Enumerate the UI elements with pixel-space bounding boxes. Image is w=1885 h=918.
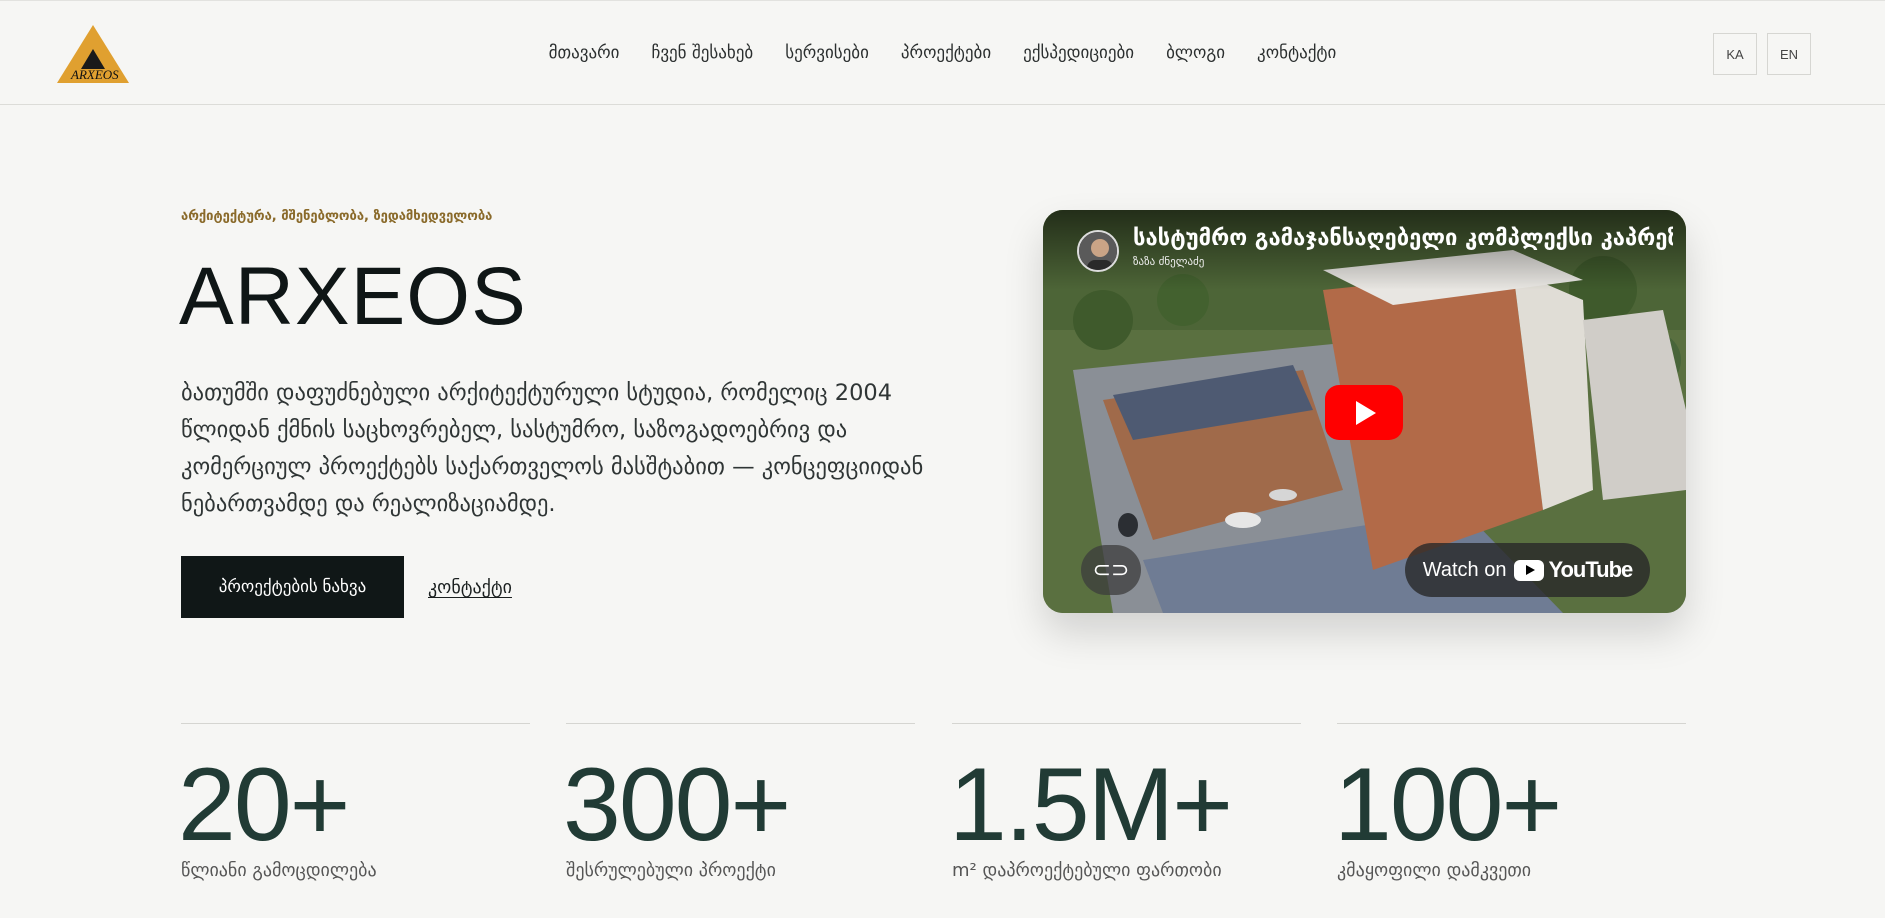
stat-value: 20+ <box>178 747 350 863</box>
contact-link[interactable]: კონტაქტი <box>428 577 512 598</box>
play-button[interactable] <box>1325 385 1403 440</box>
nav-item-expeditions[interactable]: ექსპედიციები <box>1023 43 1134 63</box>
lang-en-button[interactable]: EN <box>1767 33 1811 75</box>
main-nav: მთავარი ჩვენ შესახებ სერვისები პროექტები… <box>0 43 1885 63</box>
lang-ka-button[interactable]: KA <box>1713 33 1757 75</box>
stat-value: 100+ <box>1334 747 1562 863</box>
nav-item-services[interactable]: სერვისები <box>785 43 869 63</box>
youtube-wordmark: YouTube <box>1548 557 1633 582</box>
stat-value: 300+ <box>563 747 791 863</box>
watch-on-label: Watch on <box>1422 558 1507 581</box>
stat-clients: 100+ კმაყოფილი დამკვეთი <box>1334 723 1686 881</box>
video-title[interactable]: სასტუმრო გამაჯანსაღებელი კომპლექსი კაპრე… <box>1133 226 1673 251</box>
channel-avatar[interactable] <box>1077 230 1119 272</box>
nav-item-contact[interactable]: კონტაქტი <box>1257 43 1336 63</box>
nav-item-about[interactable]: ჩვენ შესახებ <box>651 43 753 63</box>
nav-item-blog[interactable]: ბლოგი <box>1166 43 1225 63</box>
stat-label: შესრულებული პროექტი <box>566 860 776 881</box>
stat-value: 1.5M+ <box>949 747 1233 863</box>
youtube-logo: YouTube <box>1514 557 1633 583</box>
stat-projects: 300+ შესრულებული პროექტი <box>563 723 915 881</box>
nav-item-home[interactable]: მთავარი <box>549 43 620 63</box>
stat-area: 1.5M+ m² დაპროექტებული ფართობი <box>949 723 1301 881</box>
logo-text: ARXEOS <box>71 67 119 82</box>
video-channel[interactable]: ზაზა ძნელაძე <box>1133 255 1204 268</box>
stat-label: წლიანი გამოცდილება <box>181 860 377 881</box>
copy-link-icon[interactable]: ⊂⊃ <box>1081 545 1141 595</box>
watch-on-youtube-button[interactable]: Watch on YouTube <box>1405 543 1650 597</box>
site-header: ARXEOS მთავარი ჩვენ შესახებ სერვისები პრ… <box>0 0 1885 105</box>
hero-title: ARXEOS <box>179 251 527 342</box>
stat-experience: 20+ წლიანი გამოცდილება <box>178 723 530 881</box>
hero-eyebrow: არქიტექტურა, მშენებლობა, ზედამხედველობა <box>181 209 493 224</box>
view-projects-button[interactable]: პროექტების ნახვა <box>181 556 404 618</box>
youtube-play-icon <box>1514 559 1545 581</box>
stat-label: m² დაპროექტებული ფართობი <box>952 860 1222 881</box>
stat-label: კმაყოფილი დამკვეთი <box>1337 860 1532 881</box>
hero-description: ბათუმში დაფუძნებული არქიტექტურული სტუდია… <box>181 380 924 517</box>
nav-item-projects[interactable]: პროექტები <box>901 43 991 63</box>
youtube-video-embed[interactable]: სასტუმრო გამაჯანსაღებელი კომპლექსი კაპრე… <box>1043 210 1686 613</box>
